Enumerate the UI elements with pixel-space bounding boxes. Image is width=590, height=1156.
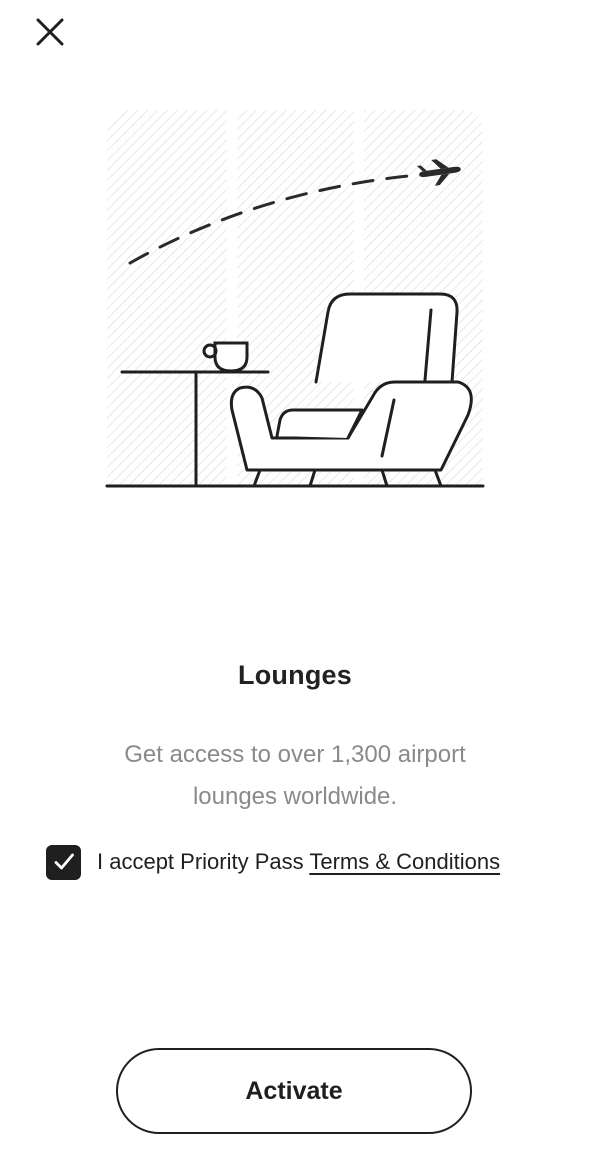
close-button[interactable] [28, 12, 72, 52]
consent-label-prefix: I accept Priority Pass [97, 849, 310, 874]
terms-consent-row: I accept Priority Pass Terms & Condition… [46, 843, 500, 881]
terms-conditions-link[interactable]: Terms & Conditions [309, 849, 500, 874]
consent-label: I accept Priority Pass Terms & Condition… [97, 849, 500, 875]
close-icon [36, 18, 64, 46]
terms-checkbox[interactable] [46, 844, 81, 880]
checkmark-icon [54, 853, 74, 870]
description-text: Get access to over 1,300 airport lounges… [124, 741, 466, 810]
page-title: Lounges [238, 660, 352, 690]
activate-button[interactable]: Activate [116, 1048, 472, 1134]
lounge-illustration [105, 110, 485, 488]
